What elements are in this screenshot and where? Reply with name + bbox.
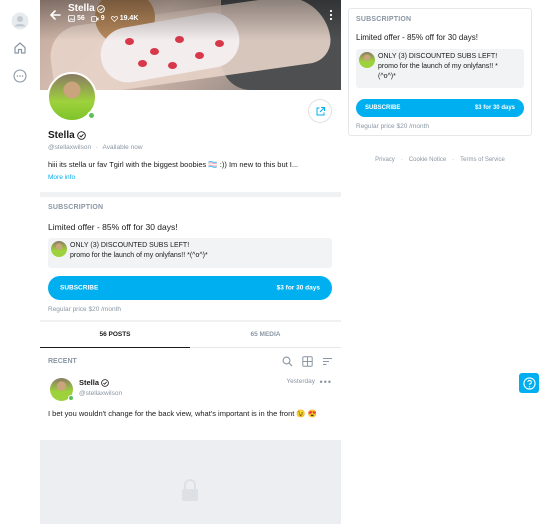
- promo-message: ONLY (3) DISCOUNTED SUBS LEFT! promo for…: [48, 238, 332, 268]
- left-nav-rail: [0, 0, 40, 524]
- footer-separator: ·: [452, 157, 455, 163]
- sidebar-promo-line-1: ONLY (3) DISCOUNTED SUBS LEFT!: [378, 53, 498, 60]
- search-icon[interactable]: [282, 356, 293, 367]
- photo-count: 56: [77, 15, 85, 22]
- post-author[interactable]: Stella: [79, 378, 109, 387]
- sidebar-subscription-heading: SUBSCRIPTION: [356, 16, 412, 23]
- locked-post-media: [40, 440, 341, 524]
- header-name: Stella: [68, 3, 95, 14]
- subscribe-price: $3 for 30 days: [276, 284, 320, 292]
- more-info-link[interactable]: More info: [48, 174, 75, 181]
- sidebar-subscribe-label: SUBSCRIBE: [365, 105, 401, 111]
- share-button[interactable]: [308, 99, 332, 123]
- sidebar-subscription-card: SUBSCRIPTION Limited offer - 85% off for…: [348, 8, 532, 136]
- profile-name: Stella: [48, 130, 86, 141]
- subscribe-button[interactable]: SUBSCRIBE $3 for 30 days: [48, 276, 332, 300]
- cookie-notice-link[interactable]: Cookie Notice: [409, 157, 446, 163]
- promo-line-2: promo for the launch of my onlyfans!! *(…: [70, 252, 208, 259]
- profile-top-bar: Stella 56 9 19.4K: [40, 0, 341, 34]
- post-author-name: Stella: [79, 378, 100, 387]
- post-online-indicator: [68, 395, 74, 401]
- heart-icon: [110, 15, 118, 22]
- profile-handle: @stellaxwilson: [48, 144, 92, 151]
- header-title: Stella: [68, 3, 105, 14]
- promo-line-1: ONLY (3) DISCOUNTED SUBS LEFT!: [70, 242, 190, 249]
- app-root: Stella 56 9 19.4K Stella @stellaxwilson …: [0, 0, 540, 524]
- feed-toolbar: [282, 356, 333, 367]
- handle-separator: ·: [95, 144, 99, 151]
- profile-handle-row: @stellaxwilson · Available now: [48, 144, 143, 151]
- terms-link[interactable]: Terms of Service: [460, 157, 505, 163]
- offer-title: Limited offer - 85% off for 30 days!: [48, 222, 178, 232]
- subscription-card: SUBSCRIPTION Limited offer - 85% off for…: [40, 197, 341, 320]
- likes-count: 19.4K: [119, 15, 139, 22]
- likes-stat: 19.4K: [110, 15, 139, 22]
- post-timestamp: Yesterday: [286, 378, 315, 385]
- video-stat: 9: [90, 15, 105, 22]
- photo-stat: 56: [68, 15, 85, 22]
- sidebar-subscribe-price: $3 for 30 days: [474, 105, 515, 111]
- image-icon: [68, 15, 75, 22]
- sidebar-regular-price: Regular price $20 /month: [356, 123, 429, 130]
- profile-icon[interactable]: [9, 10, 31, 32]
- verified-icon: [76, 131, 86, 140]
- posts-feed: RECENT Stella @stellaxwilson Yesterday •…: [40, 348, 341, 440]
- verified-icon: [96, 4, 105, 13]
- video-count: 9: [100, 15, 105, 22]
- back-arrow-icon[interactable]: [48, 8, 62, 22]
- lock-icon: [182, 479, 198, 501]
- privacy-link[interactable]: Privacy: [375, 157, 395, 163]
- regular-price: Regular price $20 /month: [48, 306, 121, 313]
- subscribe-label: SUBSCRIBE: [60, 284, 99, 292]
- post-handle: @stellaxwilson: [79, 390, 123, 397]
- content-tabs: 56 POSTS 65 MEDIA: [40, 322, 341, 348]
- header-stats: 56 9 19.4K: [68, 15, 138, 22]
- home-icon[interactable]: [9, 37, 31, 59]
- tab-media[interactable]: 65 MEDIA: [190, 322, 341, 348]
- sidebar-promo-text: ONLY (3) DISCOUNTED SUBS LEFT! promo for…: [378, 52, 498, 82]
- share-icon: [316, 106, 325, 115]
- sidebar-promo-line-2: promo for the launch of my onlyfans!! *: [378, 63, 498, 70]
- promo-avatar: [51, 241, 67, 257]
- tab-posts[interactable]: 56 POSTS: [40, 322, 190, 348]
- profile-name-text: Stella: [48, 130, 75, 141]
- sidebar-promo-message: ONLY (3) DISCOUNTED SUBS LEFT! promo for…: [356, 49, 524, 88]
- sidebar-promo-avatar: [359, 52, 375, 68]
- video-icon: [90, 15, 99, 22]
- online-indicator: [87, 111, 96, 120]
- profile-bio: hiii its stella ur fav Tgirl with the bi…: [48, 160, 299, 169]
- verified-icon: [101, 378, 109, 387]
- profile-column: Stella 56 9 19.4K Stella @stellaxwilson …: [40, 0, 341, 524]
- post-text: I bet you wouldn't change for the back v…: [48, 409, 318, 418]
- help-icon: [522, 376, 536, 390]
- profile-info: Stella @stellaxwilson · Available now hi…: [40, 72, 341, 192]
- recent-heading: RECENT: [48, 358, 77, 365]
- help-button[interactable]: [519, 373, 539, 393]
- grid-view-icon[interactable]: [302, 356, 313, 367]
- kebab-menu-icon[interactable]: [329, 9, 333, 21]
- sidebar-promo-line-3: (^o^)*: [378, 73, 396, 80]
- sidebar-subscribe-button[interactable]: SUBSCRIBE $3 for 30 days: [356, 99, 524, 117]
- sort-icon[interactable]: [322, 356, 333, 367]
- availability-status: Available now: [102, 144, 143, 151]
- more-options-icon[interactable]: [9, 65, 31, 87]
- sidebar-offer-title: Limited offer - 85% off for 30 days!: [356, 33, 478, 42]
- footer-separator: ·: [400, 157, 403, 163]
- post-more-icon[interactable]: •••: [320, 378, 332, 387]
- subscription-heading: SUBSCRIPTION: [48, 204, 104, 211]
- promo-text: ONLY (3) DISCOUNTED SUBS LEFT! promo for…: [70, 241, 208, 261]
- footer-links: Privacy · Cookie Notice · Terms of Servi…: [348, 157, 532, 163]
